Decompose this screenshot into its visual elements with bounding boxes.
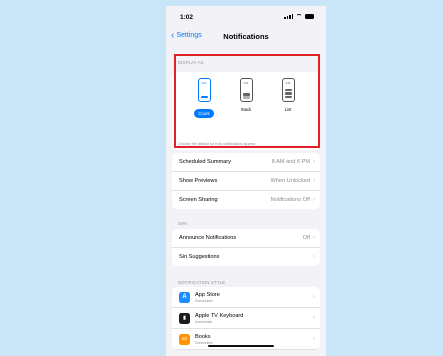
siri-suggestions-row[interactable]: Siri Suggestions › (172, 248, 320, 266)
row-value: When Unlocked (270, 178, 311, 184)
screen-sharing-row[interactable]: Screen Sharing Notifications Off › (172, 191, 320, 209)
row-value: Off (302, 235, 310, 241)
chevron-right-icon: › (313, 294, 315, 300)
chevron-right-icon: › (313, 178, 315, 184)
announce-notifications-row[interactable]: Announce Notifications Off › (172, 229, 320, 248)
count-indicator (200, 96, 208, 98)
app-subtitle: Immediate (195, 319, 213, 324)
row-label: Announce Notifications (179, 235, 237, 241)
show-previews-row[interactable]: Show Previews When Unlocked › (172, 172, 320, 191)
signal-icon (284, 14, 293, 19)
app-name: Apple TV Keyboard (195, 312, 244, 319)
app-row-apple-tv-keyboard[interactable]: ▮ Apple TV Keyboard Immediate › (172, 308, 320, 329)
page-title: Notifications (223, 32, 269, 41)
preview-time: 9:41 (201, 82, 207, 85)
display-footnote: Choose the default for how notifications… (178, 142, 256, 146)
status-icons (284, 14, 314, 19)
notification-style-header: NOTIFICATION STYLE (178, 280, 226, 285)
chevron-right-icon: › (313, 315, 315, 321)
chevron-right-icon: › (313, 159, 315, 165)
preview-time: 9:41 (243, 82, 249, 85)
app-store-icon: A (179, 291, 190, 303)
navigation-bar: ‹ Settings Notifications (166, 28, 326, 50)
notification-style-card: A App Store Scheduled › ▮ Apple TV Keybo… (172, 287, 320, 350)
row-value: Notifications Off (270, 197, 310, 203)
stack-preview: 9:41 (239, 78, 253, 102)
display-as-header: DISPLAY AS (178, 60, 204, 65)
row-value: 8 AM and 6 PM (271, 159, 310, 165)
count-preview: 9:41 (197, 78, 211, 102)
option-label-count: Count (194, 109, 214, 118)
app-subtitle: Scheduled (195, 298, 213, 303)
home-indicator[interactable] (208, 345, 274, 347)
list-bar (284, 92, 292, 95)
app-subtitle: Scheduled (195, 340, 213, 345)
list-bar (284, 95, 292, 98)
preview-time: 9:41 (285, 82, 291, 85)
general-settings-card: Scheduled Summary 8 AM and 6 PM › Show P… (172, 153, 320, 209)
books-icon: ▭ (179, 333, 190, 345)
option-label-list: List (284, 107, 292, 112)
status-time: 1:02 (180, 14, 194, 21)
chevron-right-icon: › (313, 235, 315, 241)
option-label-stack: Stack (240, 107, 252, 112)
chevron-right-icon: › (313, 197, 315, 203)
phone-screen: 1:02 ‹ Settings Notifications DISPLAY AS… (166, 6, 326, 356)
status-bar: 1:02 (166, 6, 326, 28)
list-preview: 9:41 (281, 78, 295, 102)
app-row-app-store[interactable]: A App Store Scheduled › (172, 287, 320, 308)
siri-header: SIRI (178, 221, 187, 226)
row-label: Screen Sharing (179, 197, 218, 203)
row-label: Siri Suggestions (179, 254, 220, 260)
display-option-stack[interactable]: 9:41 Stack (234, 78, 258, 112)
display-option-list[interactable]: 9:41 List (276, 78, 300, 112)
app-name: App Store (195, 291, 220, 298)
row-label: Show Previews (179, 178, 218, 184)
scheduled-summary-row[interactable]: Scheduled Summary 8 AM and 6 PM › (172, 153, 320, 172)
siri-card: Announce Notifications Off › Siri Sugges… (172, 229, 320, 266)
chevron-right-icon: › (313, 336, 315, 342)
display-option-count[interactable]: 9:41 Count (192, 78, 216, 120)
stack-bar (242, 96, 250, 99)
wifi-icon (296, 14, 302, 19)
list-bar (284, 88, 292, 91)
battery-icon (305, 14, 314, 19)
tv-keyboard-icon: ▮ (179, 312, 190, 324)
chevron-right-icon: › (313, 254, 315, 260)
display-as-card: 9:41 Count 9:41 Stack 9:41 List Choose t… (172, 72, 320, 150)
row-label: Scheduled Summary (179, 159, 231, 165)
app-name: Books (195, 333, 211, 340)
